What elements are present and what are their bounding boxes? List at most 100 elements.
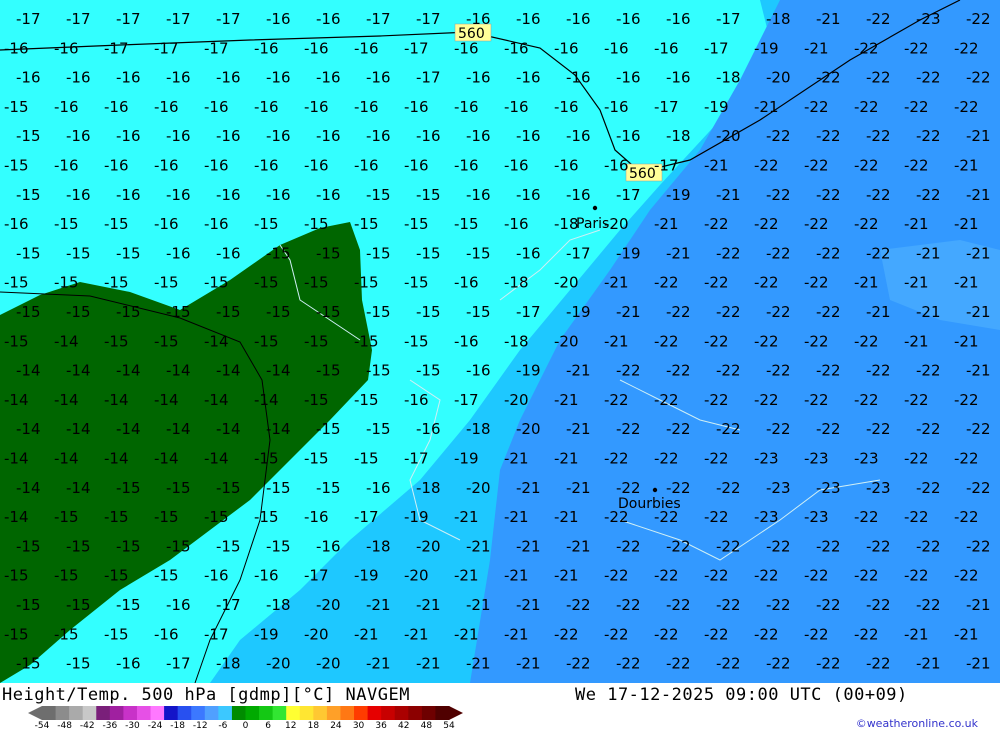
temperature-value: -21 — [666, 244, 691, 262]
temperature-value: -15 — [466, 303, 491, 321]
temperature-value: -22 — [666, 596, 691, 614]
colorbar-segment — [69, 706, 84, 720]
temperature-value: -21 — [404, 625, 429, 643]
temperature-value: -16 — [116, 69, 141, 87]
temperature-value: -15 — [354, 332, 379, 350]
temperature-value: -16 — [616, 69, 641, 87]
temperature-value: -15 — [116, 596, 141, 614]
temperature-value: -22 — [616, 420, 641, 438]
temperature-value: -22 — [704, 215, 729, 233]
temperature-value: -21 — [454, 508, 479, 526]
temperature-value: -16 — [554, 39, 579, 57]
temperature-value: -22 — [954, 450, 979, 468]
temperature-value: -15 — [66, 537, 91, 555]
temperature-value: -16 — [216, 127, 241, 145]
temperature-value: -14 — [66, 362, 91, 380]
colorbar-tick-label: -54 — [34, 721, 50, 731]
temperature-value: -16 — [16, 69, 41, 87]
temperature-value: -17 — [204, 39, 229, 57]
temperature-value: -16 — [604, 39, 629, 57]
colorbar-segment — [164, 706, 179, 720]
map-canvas: 560 560 Paris Dourbies -17 -17 -17 -17 -17 -1… — [0, 0, 1000, 684]
temperature-value: -15 — [16, 303, 41, 321]
temperature-value: -20 — [766, 69, 791, 87]
colorbar-tick-label: 18 — [307, 721, 320, 731]
temperature-value: -16 — [416, 420, 441, 438]
temperature-value: -14 — [166, 362, 191, 380]
temperature-value: -19 — [254, 625, 279, 643]
temperature-value: -21 — [566, 537, 591, 555]
temperature-value: -15 — [354, 274, 379, 292]
credit-link[interactable]: ©weatheronline.co.uk — [856, 717, 978, 730]
temperature-value: -15 — [416, 362, 441, 380]
temperature-value: -22 — [966, 420, 991, 438]
temperature-value: -19 — [616, 244, 641, 262]
temperature-value: -15 — [254, 508, 279, 526]
temperature-value: -22 — [754, 391, 779, 409]
temperature-value: -22 — [966, 10, 991, 28]
temperature-value: -22 — [654, 391, 679, 409]
colorbar-segment — [354, 706, 369, 720]
temperature-value: -15 — [54, 625, 79, 643]
temperature-value: -21 — [554, 508, 579, 526]
colorbar-tick-label: 24 — [330, 721, 342, 731]
temperature-value: -22 — [754, 567, 779, 585]
temperature-value: -22 — [704, 332, 729, 350]
temperature-value: -15 — [204, 508, 229, 526]
temperature-value: -22 — [816, 420, 841, 438]
temperature-value: -15 — [104, 567, 129, 585]
temperature-value: -21 — [516, 596, 541, 614]
temperature-value: -15 — [116, 537, 141, 555]
temperature-value: -22 — [766, 420, 791, 438]
colorbar-segment — [55, 706, 70, 720]
temperature-value: -22 — [816, 596, 841, 614]
colorbar-segment — [231, 706, 246, 720]
temperature-value: -17 — [416, 69, 441, 87]
temperature-value: -16 — [316, 10, 341, 28]
temperature-value: -14 — [104, 391, 129, 409]
temperature-value: -15 — [354, 391, 379, 409]
temperature-value: -21 — [966, 186, 991, 204]
temperature-value: -16 — [204, 98, 229, 116]
temperature-value: -14 — [266, 362, 291, 380]
temperature-value: -16 — [516, 10, 541, 28]
temperature-value: -21 — [466, 537, 491, 555]
temperature-value: -16 — [304, 98, 329, 116]
colorbar-segment — [218, 706, 233, 720]
temperature-value: -14 — [204, 391, 229, 409]
colorbar-segment — [421, 706, 436, 720]
temperature-value: -15 — [454, 215, 479, 233]
temperature-value: -16 — [454, 274, 479, 292]
contour-label-b: 560 — [629, 166, 656, 182]
temperature-value: -16 — [554, 98, 579, 116]
temperature-value: -22 — [566, 655, 591, 673]
temperature-value: -16 — [466, 10, 491, 28]
temperature-value: -22 — [654, 274, 679, 292]
temperature-value: -21 — [904, 332, 929, 350]
temperature-value: -15 — [316, 244, 341, 262]
temperature-value: -22 — [816, 537, 841, 555]
temperature-value: -16 — [154, 157, 179, 175]
temperature-value: -14 — [216, 362, 241, 380]
temperature-value: -22 — [766, 596, 791, 614]
temperature-value: -15 — [4, 625, 29, 643]
temperature-value: -16 — [66, 69, 91, 87]
colorbar-segment — [109, 706, 124, 720]
temperature-value: -15 — [4, 332, 29, 350]
temperature-value: -22 — [904, 391, 929, 409]
temperature-value: -21 — [954, 274, 979, 292]
temperature-value: -16 — [604, 157, 629, 175]
temperature-value: -21 — [966, 303, 991, 321]
temperature-value: -19 — [666, 186, 691, 204]
temperature-value: -17 — [354, 508, 379, 526]
temperature-value: -15 — [304, 391, 329, 409]
temperature-value: -17 — [404, 39, 429, 57]
colorbar-segment — [286, 706, 301, 720]
temperature-value: -16 — [554, 157, 579, 175]
temperature-value: -22 — [854, 508, 879, 526]
temperature-value: -22 — [704, 391, 729, 409]
temperature-value: -22 — [616, 537, 641, 555]
temperature-value: -22 — [704, 625, 729, 643]
temperature-value: -22 — [804, 567, 829, 585]
colorbar-segment — [272, 706, 287, 720]
